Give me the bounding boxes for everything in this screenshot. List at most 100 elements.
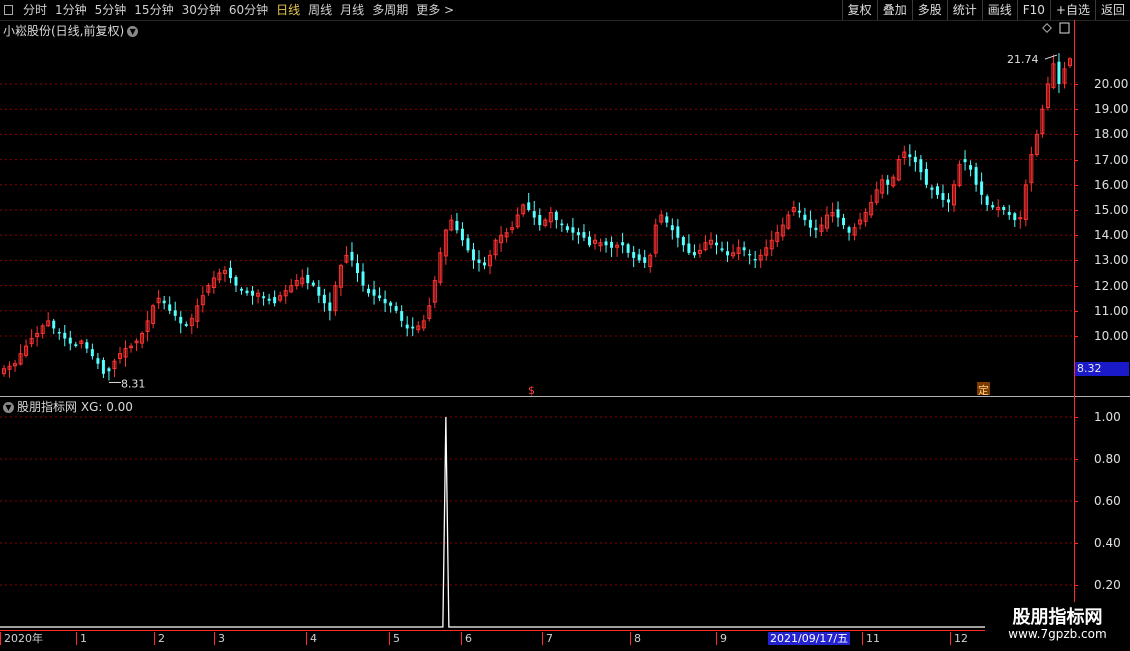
- candle-body: [162, 300, 166, 304]
- price-tick-label-4: 16.00: [1094, 177, 1129, 192]
- low-price-label: 8.31: [121, 377, 146, 390]
- high-price-label: 21.74: [1007, 53, 1039, 66]
- candle: [96, 352, 100, 370]
- candle: [79, 339, 84, 349]
- indicator-tick-label-3: 0.40: [1094, 536, 1121, 550]
- candle-body: [985, 196, 989, 205]
- period-tab-10[interactable]: 更多 >: [412, 0, 458, 20]
- period-tab-0[interactable]: 分时: [19, 0, 51, 20]
- candle-body: [554, 211, 558, 221]
- candle-body: [842, 217, 846, 226]
- candle-body: [184, 324, 188, 326]
- candle-body: [991, 205, 995, 208]
- period-tab-7[interactable]: 周线: [304, 0, 336, 20]
- candle-body: [715, 242, 719, 246]
- candle: [74, 341, 78, 348]
- candle-body: [924, 168, 928, 185]
- price-tick-label-3-tick: [1074, 159, 1078, 161]
- candle: [687, 234, 691, 256]
- candle-body: [621, 242, 625, 246]
- candle: [173, 301, 177, 321]
- candle: [852, 223, 857, 241]
- candle: [830, 202, 835, 223]
- indicator-title[interactable]: ▼ 股朋指标网 XG: 0.00: [3, 398, 133, 415]
- toolbar-button-7[interactable]: 返回: [1094, 0, 1130, 20]
- candle: [786, 210, 791, 230]
- indicator-tick-label-1-tick: [1074, 459, 1078, 460]
- candle: [863, 208, 868, 227]
- candle: [90, 343, 94, 360]
- chevron-down-icon[interactable]: ▼: [3, 402, 14, 413]
- candle: [245, 287, 249, 296]
- diamond-icon[interactable]: [1042, 23, 1052, 33]
- price-tick-label-2: 18.00: [1094, 127, 1129, 142]
- candle: [240, 287, 244, 295]
- candle: [344, 246, 349, 264]
- period-tab-8[interactable]: 月线: [336, 0, 368, 20]
- period-tab-3[interactable]: 15分钟: [130, 0, 177, 20]
- candle: [836, 201, 840, 227]
- window-icon[interactable]: [4, 5, 13, 15]
- candlestick-chart[interactable]: 8.31 21.74 $ 定: [0, 20, 1074, 396]
- candle: [134, 338, 139, 352]
- candle: [333, 281, 338, 316]
- candle: [1023, 179, 1028, 227]
- period-tab-4[interactable]: 30分钟: [178, 0, 225, 20]
- period-tab-6[interactable]: 日线: [272, 0, 304, 20]
- candle: [681, 235, 685, 252]
- indicator-chart[interactable]: [0, 398, 1074, 630]
- toolbar-button-3[interactable]: 统计: [946, 0, 982, 20]
- price-tick-label-6: 14.00: [1094, 228, 1129, 243]
- candle: [764, 239, 769, 261]
- chevron-down-icon[interactable]: ▼: [127, 26, 139, 37]
- candle-body: [643, 257, 647, 263]
- main-chart-area[interactable]: 8.31 21.74 $ 定: [0, 20, 1074, 396]
- candle-body: [400, 311, 404, 321]
- candle-body: [692, 252, 696, 256]
- price-tick-label-8: 12.00: [1094, 278, 1129, 293]
- candle-body: [394, 306, 398, 311]
- candle-body: [251, 290, 255, 296]
- candle-body: [378, 295, 382, 299]
- price-tick-label-2-tick: [1074, 134, 1078, 136]
- period-tab-5[interactable]: 60分钟: [225, 0, 272, 20]
- candle-body: [753, 259, 757, 261]
- candle-body: [1002, 206, 1006, 210]
- toolbar-button-4[interactable]: 画线: [981, 0, 1017, 20]
- candle-body: [57, 332, 61, 334]
- pane-divider[interactable]: [0, 396, 1130, 397]
- toolbar-button-0[interactable]: 复权: [841, 0, 877, 20]
- period-tab-9[interactable]: 多周期: [368, 0, 412, 20]
- period-tab-1[interactable]: 1分钟: [51, 0, 91, 20]
- candle: [913, 150, 917, 172]
- candle: [1057, 53, 1061, 93]
- candle: [234, 275, 238, 292]
- window-icon[interactable]: [1059, 22, 1070, 34]
- candle-body: [941, 193, 945, 200]
- right-price-axis[interactable]: 20.00 19.00 18.00 17.00 16.00 15.00 14.00 13.00…: [1074, 20, 1130, 630]
- candle: [35, 326, 40, 347]
- candle: [1002, 205, 1006, 215]
- candle-body: [797, 210, 801, 213]
- period-tab-2[interactable]: 5分钟: [91, 0, 131, 20]
- candle: [117, 346, 122, 364]
- candle-body: [466, 238, 470, 251]
- toolbar-button-2[interactable]: 多股: [911, 0, 947, 20]
- date-label-1: 1: [76, 632, 87, 645]
- candle-body: [814, 227, 818, 231]
- candle-body: [361, 271, 365, 286]
- candle: [697, 243, 702, 258]
- toolbar-button-1[interactable]: 叠加: [876, 0, 912, 20]
- candle: [1013, 211, 1017, 228]
- candle: [140, 331, 145, 349]
- main-chart-title[interactable]: 小崧股份(日线,前复权) ▼: [3, 22, 139, 39]
- toolbar-button-6[interactable]: +自选: [1049, 0, 1095, 20]
- stock-title: 小崧股份(日线,前复权): [3, 24, 125, 38]
- price-tick-label-7-tick: [1074, 260, 1078, 262]
- candle: [311, 280, 315, 287]
- candle: [499, 225, 504, 252]
- candle: [251, 285, 255, 305]
- candle: [57, 328, 61, 340]
- date-axis[interactable]: 2020年 1 2 3 4 5 6 7 8 9 11 12 2021/09/17/五: [0, 630, 1074, 651]
- toolbar-button-5[interactable]: F10: [1016, 0, 1050, 20]
